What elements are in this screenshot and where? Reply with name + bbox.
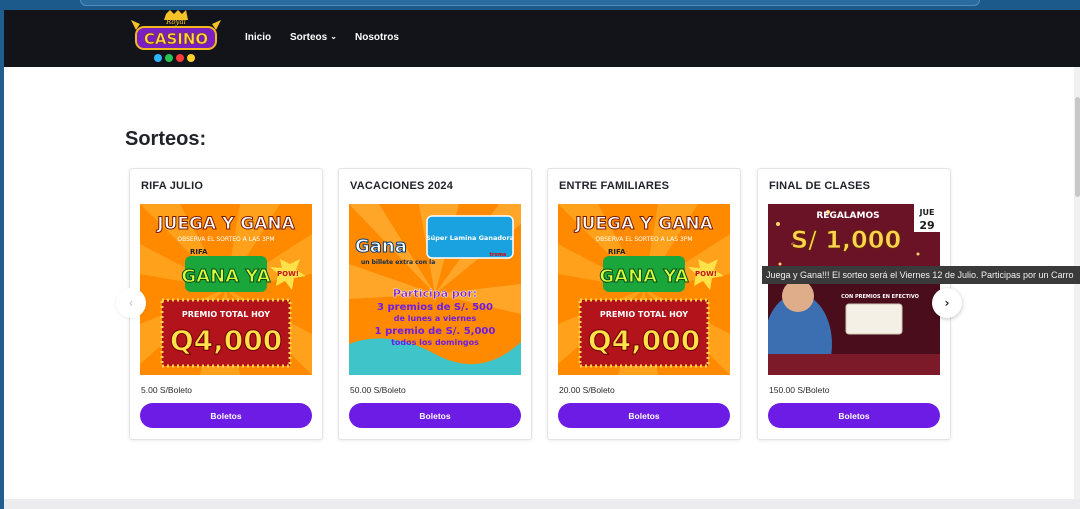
banner-sub: OBSERVA EL SORTEO A LAS 3PM: [177, 236, 274, 243]
section-title: Sorteos:: [125, 128, 207, 150]
nav-sorteos[interactable]: Sorteos ⌄: [290, 32, 337, 43]
nav-nosotros[interactable]: Nosotros: [355, 32, 399, 43]
banner-sub: OBSERVA EL SORTEO A LAS 3PM: [595, 236, 692, 243]
banner-line3: de lunes a viernes: [394, 314, 477, 323]
banner-line4: 1 premio de S/. 5,000: [375, 326, 496, 337]
banner-game-tag: RIFA: [608, 248, 626, 256]
banner-game: GANA YA: [181, 266, 270, 287]
banner-sub: un billete extra con la: [361, 259, 435, 266]
banner-headline: Gana: [355, 236, 407, 257]
raffle-banner[interactable]: REGALAMOS S/ 1,000 JUE 29 CON PREMIOS EN…: [768, 204, 940, 375]
boletos-button[interactable]: Boletos: [140, 403, 312, 428]
raffle-card: ENTRE FAMILIARES JUEGA Y GANA OBSERVA EL…: [547, 168, 741, 440]
card-title: RIFA JULIO: [141, 180, 204, 192]
boletos-button[interactable]: Boletos: [349, 403, 521, 428]
raffle-card: RIFA JULIO JUEGA Y GANA OBSERVA EL SORTE…: [129, 168, 323, 440]
banner-line1: Participa por:: [393, 287, 477, 300]
card-price: 150.00 S/Boleto: [769, 385, 830, 395]
banner-line2: 3 premios de S/. 500: [377, 302, 493, 313]
scrollbar-thumb[interactable]: [1075, 97, 1080, 197]
nav-sorteos-label: Sorteos: [290, 32, 328, 43]
card-price: 50.00 S/Boleto: [350, 385, 406, 395]
chevron-down-icon: ⌄: [330, 32, 337, 41]
logo-top-word: Royal: [165, 18, 186, 26]
banner-headline: JUEGA Y GANA: [574, 214, 713, 234]
raffle-card: VACACIONES 2024 Gana un billete extra co…: [338, 168, 532, 440]
banner-prize-label: PREMIO TOTAL HOY: [600, 310, 688, 319]
banner-day: JUE: [919, 208, 935, 217]
banner-tooltip: Juega y Gana!!! El sorteo será el Vierne…: [762, 266, 1080, 284]
card-title: FINAL DE CLASES: [769, 180, 871, 192]
banner-game: GANA YA: [599, 266, 688, 287]
banner-date: 29: [919, 219, 934, 232]
banner-brand: Súper Lamina Ganadora: [426, 234, 514, 242]
page-window: Royal CASINO Inicio Sorteos ⌄ Nosotros So…: [4, 10, 1080, 509]
chevron-left-icon: ‹: [128, 296, 134, 310]
chevron-right-icon: ›: [944, 296, 950, 310]
raffle-banner[interactable]: Gana un billete extra con la Súper Lamin…: [349, 204, 521, 375]
carousel-prev-button[interactable]: ‹: [116, 288, 146, 318]
card-price: 20.00 S/Boleto: [559, 385, 615, 395]
casino-logo[interactable]: Royal CASINO: [128, 10, 224, 67]
boletos-button[interactable]: Boletos: [768, 403, 940, 428]
raffle-card: FINAL DE CLASES REGALAMOS S/ 1,000 JUE 2…: [757, 168, 951, 440]
banner-prize: Q4,000: [588, 324, 700, 357]
boletos-button[interactable]: Boletos: [558, 403, 730, 428]
banner-game-tag: RIFA: [190, 248, 208, 256]
banner-brand-tag: trome: [490, 252, 508, 258]
raffle-banner[interactable]: JUEGA Y GANA OBSERVA EL SORTEO A LAS 3PM…: [558, 204, 730, 375]
page-scrollbar[interactable]: [1074, 67, 1080, 509]
top-navbar: Royal CASINO Inicio Sorteos ⌄ Nosotros: [4, 10, 1080, 67]
footer-band: [4, 499, 1080, 509]
address-bar[interactable]: [80, 0, 980, 6]
banner-amount: S/ 1,000: [791, 226, 901, 254]
banner-burst: POW!: [277, 270, 299, 278]
banner-sub: CON PREMIOS EN EFECTIVO: [841, 294, 919, 300]
logo-word: CASINO: [144, 30, 208, 48]
banner-headline: JUEGA Y GANA: [156, 214, 295, 234]
carousel-next-button[interactable]: ›: [932, 288, 962, 318]
banner-burst: POW!: [695, 270, 717, 278]
banner-line5: todos los domingos: [391, 338, 479, 347]
card-price: 5.00 S/Boleto: [141, 385, 193, 395]
browser-address-strip: [0, 0, 1080, 10]
card-title: VACACIONES 2024: [350, 180, 454, 192]
banner-headline: REGALAMOS: [816, 211, 879, 221]
banner-prize-label: PREMIO TOTAL HOY: [182, 310, 270, 319]
nav-inicio[interactable]: Inicio: [245, 32, 271, 43]
banner-prize: Q4,000: [170, 324, 282, 357]
card-title: ENTRE FAMILIARES: [559, 180, 670, 192]
raffle-banner[interactable]: JUEGA Y GANA OBSERVA EL SORTEO A LAS 3PM…: [140, 204, 312, 375]
